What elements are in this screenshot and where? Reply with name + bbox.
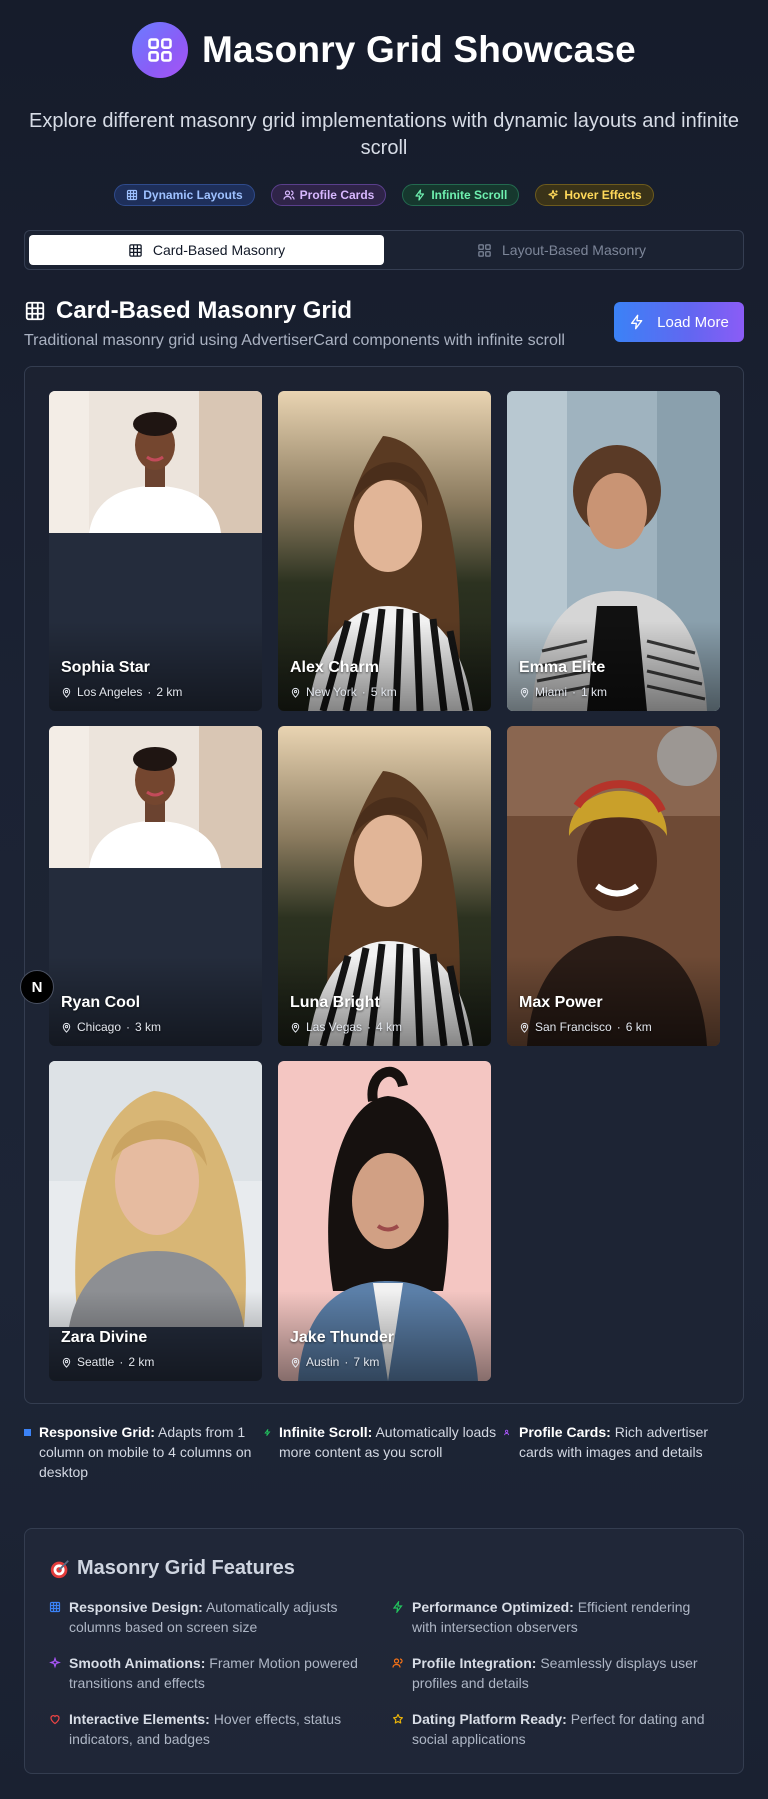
- card-location: Las Vegas · 4 km: [290, 1020, 402, 1034]
- feature-interactive-elements: Interactive Elements: Hover effects, sta…: [49, 1709, 369, 1749]
- profile-photo: [49, 391, 262, 533]
- badge-infinite-scroll: Infinite Scroll: [402, 184, 520, 206]
- grid-logo-icon: [132, 22, 189, 78]
- card-name: Ryan Cool: [61, 994, 141, 1011]
- feature-smooth-animations: Smooth Animations: Framer Motion powered…: [49, 1653, 369, 1693]
- page-title: Masonry Grid Showcase: [202, 29, 636, 70]
- map-pin-icon: [520, 687, 529, 698]
- layout-grid-icon: [478, 243, 491, 257]
- feature-dating-platform-ready: Dating Platform Ready: Perfect for datin…: [392, 1709, 712, 1749]
- table-icon: [129, 243, 142, 257]
- advertiser-card[interactable]: Alex Charm New York · 5 km: [278, 391, 491, 711]
- tab-layout-based-masonry[interactable]: Layout-Based Masonry: [384, 235, 739, 265]
- nextjs-dev-button[interactable]: N: [20, 970, 54, 1004]
- card-location: Miami · 1 km: [519, 685, 607, 699]
- feature-responsive-design: Responsive Design: Automatically adjusts…: [49, 1597, 369, 1637]
- map-pin-icon: [520, 1022, 529, 1033]
- features-panel: Masonry Grid Features Responsive Design:…: [24, 1528, 744, 1774]
- badge-profile-cards: Profile Cards: [270, 184, 387, 206]
- feature-profile-integration: Profile Integration: Seamlessly displays…: [392, 1653, 712, 1693]
- map-pin-icon: [291, 1022, 300, 1033]
- features-title: Masonry Grid Features: [77, 1557, 295, 1579]
- profile-photo: [49, 726, 262, 868]
- card-location: Los Angeles · 2 km: [61, 685, 182, 699]
- advertiser-card[interactable]: Ryan Cool Chicago · 3 km: [49, 726, 262, 1046]
- map-pin-icon: [62, 687, 71, 698]
- target-icon: [50, 1559, 69, 1578]
- section-header: Card-Based Masonry Grid Traditional maso…: [24, 296, 744, 350]
- map-pin-icon: [291, 1357, 300, 1368]
- card-name: Zara Divine: [61, 1329, 148, 1346]
- note-responsive-grid: Responsive Grid: Adapts from 1 column on…: [24, 1422, 264, 1482]
- users-icon: [392, 1658, 403, 1668]
- grid-icon: [49, 1601, 61, 1613]
- advertiser-card[interactable]: Zara Divine Seattle · 2 km: [49, 1061, 262, 1381]
- map-pin-icon: [62, 1357, 71, 1368]
- badge-dynamic-layouts: Dynamic Layouts: [114, 184, 255, 206]
- sparkles-icon: [548, 189, 558, 200]
- sparkles-icon: [49, 1657, 61, 1669]
- card-location: New York · 5 km: [290, 685, 397, 699]
- advertiser-card[interactable]: Jake Thunder Austin · 7 km: [278, 1061, 491, 1381]
- card-location: Seattle · 2 km: [61, 1355, 154, 1369]
- card-name: Jake Thunder: [290, 1329, 395, 1346]
- users-icon: [283, 190, 295, 200]
- card-location: Austin · 7 km: [290, 1355, 379, 1369]
- star-icon: [393, 1713, 403, 1724]
- zap-icon: [264, 1429, 271, 1436]
- page-subtitle: Explore different masonry grid implement…: [29, 110, 739, 159]
- users-icon: [504, 1429, 510, 1436]
- feature-badges: Dynamic Layouts Profile Cards Infinite S…: [0, 184, 768, 206]
- advertiser-card[interactable]: Max Power San Francisco · 6 km: [507, 726, 720, 1046]
- section-title: Card-Based Masonry Grid: [56, 297, 353, 324]
- card-name: Luna Bright: [290, 994, 380, 1011]
- card-name: Sophia Star: [61, 659, 150, 676]
- profile-photo: [49, 1061, 262, 1327]
- grid-notes: Responsive Grid: Adapts from 1 column on…: [24, 1422, 744, 1482]
- card-location: Chicago · 3 km: [61, 1020, 161, 1034]
- card-location: San Francisco · 6 km: [519, 1020, 652, 1034]
- tab-card-based-masonry[interactable]: Card-Based Masonry: [29, 235, 384, 265]
- note-infinite-scroll: Infinite Scroll: Automatically loads mor…: [264, 1422, 504, 1482]
- card-name: Alex Charm: [290, 659, 379, 676]
- heart-icon: [50, 1715, 60, 1725]
- masonry-grid: Sophia Star Los Angeles · 2 km Alex Charm …: [24, 366, 744, 1404]
- table-icon: [127, 189, 138, 201]
- page-header: Masonry Grid Showcase Explore different …: [0, 22, 768, 206]
- table-icon: [25, 301, 45, 321]
- zap-icon: [415, 189, 425, 201]
- advertiser-card[interactable]: Luna Bright Las Vegas · 4 km: [278, 726, 491, 1046]
- map-pin-icon: [291, 687, 300, 698]
- map-pin-icon: [62, 1022, 71, 1033]
- advertiser-card[interactable]: Sophia Star Los Angeles · 2 km: [49, 391, 262, 711]
- zap-icon: [392, 1601, 403, 1613]
- load-more-button[interactable]: Load More: [614, 302, 744, 342]
- card-name: Max Power: [519, 994, 603, 1011]
- zap-icon: [631, 314, 643, 330]
- view-tabs: Card-Based Masonry Layout-Based Masonry: [24, 230, 744, 270]
- square-icon: [24, 1429, 31, 1436]
- card-name: Emma Elite: [519, 659, 606, 676]
- advertiser-card[interactable]: Emma Elite Miami · 1 km: [507, 391, 720, 711]
- badge-hover-effects: Hover Effects: [535, 184, 654, 206]
- note-profile-cards: Profile Cards: Rich advertiser cards wit…: [504, 1422, 744, 1482]
- feature-performance-optimized: Performance Optimized: Efficient renderi…: [392, 1597, 712, 1637]
